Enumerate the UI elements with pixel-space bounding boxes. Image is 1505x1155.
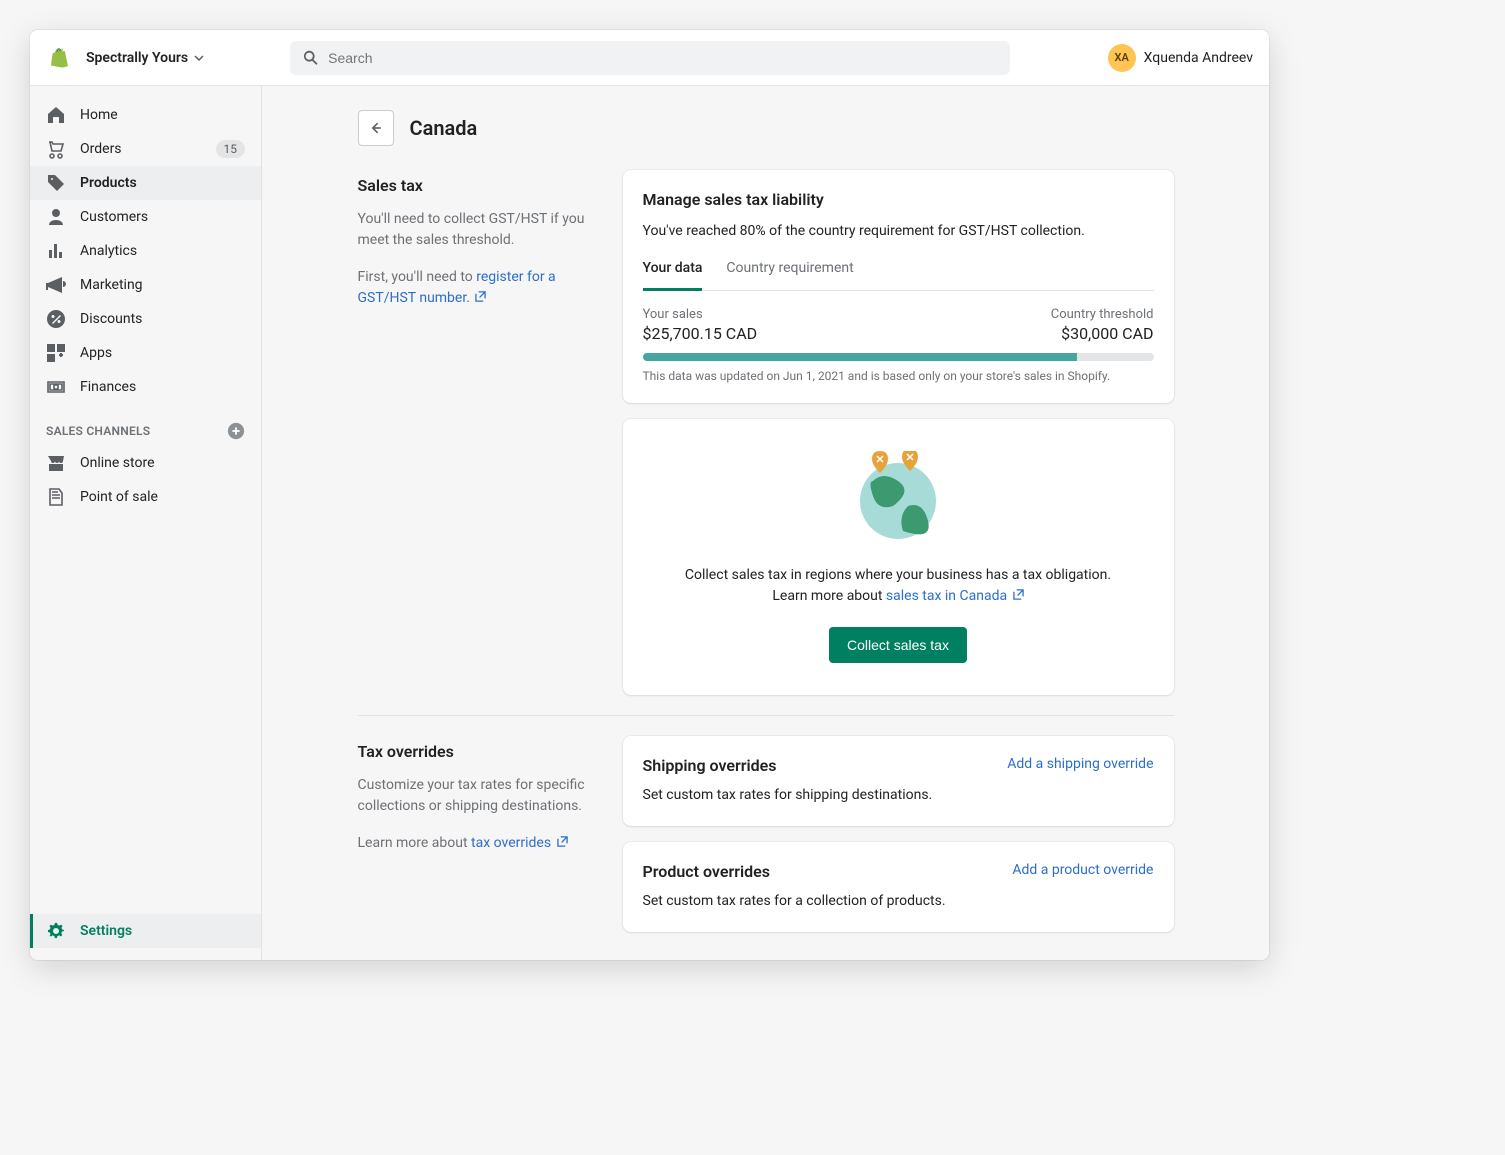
sidebar-item-label: Point of sale (80, 489, 245, 505)
search-icon (302, 49, 320, 67)
orders-badge: 15 (216, 140, 246, 158)
user-name: Xquenda Andreev (1144, 50, 1253, 66)
external-icon (1013, 589, 1024, 600)
sales-channels-header: SALES CHANNELS (46, 424, 150, 438)
marketing-icon (46, 275, 66, 295)
sidebar-item-label: Home (80, 107, 245, 123)
salestax-heading: Sales tax (358, 176, 603, 195)
pos-icon (46, 487, 66, 507)
sidebar-item-products[interactable]: Products (30, 166, 261, 200)
add-shipping-override-link[interactable]: Add a shipping override (1007, 756, 1153, 772)
search-input[interactable] (328, 50, 998, 66)
sidebar-item-label: Customers (80, 209, 245, 225)
store-selector[interactable]: Spectrally Yours (86, 50, 204, 66)
product-overrides-desc: Set custom tax rates for a collection of… (643, 891, 1154, 912)
shipping-overrides-desc: Set custom tax rates for shipping destin… (643, 785, 1154, 806)
collect-sales-tax-button[interactable]: Collect sales tax (829, 627, 967, 663)
sidebar-item-pos[interactable]: Point of sale (30, 480, 261, 514)
external-icon (557, 836, 568, 847)
customers-icon (46, 207, 66, 227)
store-name: Spectrally Yours (86, 50, 188, 66)
liability-subtext: You've reached 80% of the country requir… (643, 221, 1154, 242)
add-channel-icon[interactable] (227, 422, 245, 440)
avatar: XA (1108, 44, 1136, 72)
arrow-left-icon (368, 120, 384, 136)
sidebar-item-label: Products (80, 175, 245, 191)
user-menu[interactable]: XA Xquenda Andreev (1108, 44, 1253, 72)
salestax-desc: You'll need to collect GST/HST if you me… (358, 209, 603, 251)
orders-icon (46, 139, 66, 159)
sales-label: Your sales (643, 307, 758, 322)
tab-your-data[interactable]: Your data (643, 260, 703, 291)
products-icon (46, 173, 66, 193)
gear-icon (46, 921, 66, 941)
sidebar-item-analytics[interactable]: Analytics (30, 234, 261, 268)
sidebar-item-marketing[interactable]: Marketing (30, 268, 261, 302)
sidebar-item-online-store[interactable]: Online store (30, 446, 261, 480)
sidebar-item-finances[interactable]: Finances (30, 370, 261, 404)
store-icon (46, 453, 66, 473)
progress-bar (643, 353, 1077, 361)
discounts-icon (46, 309, 66, 329)
sales-tax-canada-link[interactable]: sales tax in Canada (886, 588, 1024, 604)
search-bar[interactable] (290, 41, 1010, 75)
chevron-down-icon (194, 55, 204, 61)
external-icon (475, 291, 486, 302)
liability-footnote: This data was updated on Jun 1, 2021 and… (643, 369, 1154, 383)
liability-heading: Manage sales tax liability (643, 190, 1154, 209)
sales-value: $25,700.15 CAD (643, 324, 758, 343)
sidebar-item-home[interactable]: Home (30, 98, 261, 132)
sidebar-item-label: Orders (80, 141, 202, 157)
threshold-label: Country threshold (1051, 307, 1154, 322)
threshold-value: $30,000 CAD (1051, 324, 1154, 343)
product-overrides-heading: Product overrides (643, 862, 770, 881)
sidebar-item-label: Analytics (80, 243, 245, 259)
sidebar-item-orders[interactable]: Orders 15 (30, 132, 261, 166)
shipping-overrides-heading: Shipping overrides (643, 756, 777, 775)
sidebar-item-customers[interactable]: Customers (30, 200, 261, 234)
overrides-heading: Tax overrides (358, 742, 603, 761)
overrides-desc: Customize your tax rates for specific co… (358, 775, 603, 817)
salestax-register: First, you'll need to register for a GST… (358, 267, 603, 309)
tab-country-requirement[interactable]: Country requirement (726, 260, 853, 290)
sidebar-item-apps[interactable]: Apps (30, 336, 261, 370)
sidebar-item-label: Marketing (80, 277, 245, 293)
sidebar-item-label: Apps (80, 345, 245, 361)
home-icon (46, 105, 66, 125)
sidebar-item-label: Online store (80, 455, 245, 471)
sidebar-item-label: Settings (80, 923, 245, 939)
progress-track (643, 353, 1154, 361)
page-title: Canada (410, 116, 478, 140)
sidebar-item-settings[interactable]: Settings (30, 914, 261, 948)
analytics-icon (46, 241, 66, 261)
globe-illustration (858, 451, 938, 541)
apps-icon (46, 343, 66, 363)
collect-desc: Collect sales tax in regions where your … (673, 565, 1123, 607)
sidebar-item-label: Discounts (80, 311, 245, 327)
sidebar-item-discounts[interactable]: Discounts (30, 302, 261, 336)
back-button[interactable] (358, 110, 394, 146)
add-product-override-link[interactable]: Add a product override (1012, 862, 1153, 878)
sidebar-item-label: Finances (80, 379, 245, 395)
finances-icon (46, 377, 66, 397)
tax-overrides-link[interactable]: tax overrides (471, 835, 568, 851)
shopify-logo (46, 46, 70, 70)
